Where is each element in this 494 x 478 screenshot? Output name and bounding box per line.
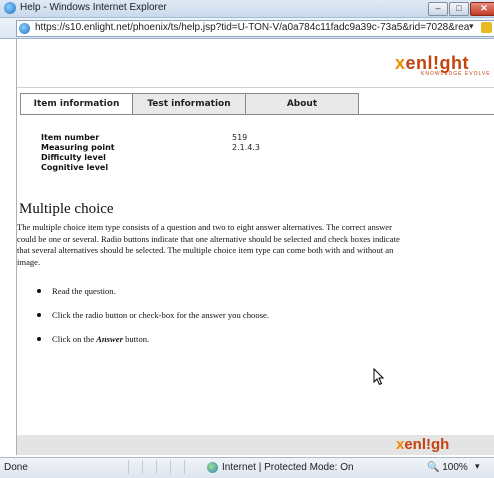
list-item: Click on the Answer button. — [37, 334, 477, 358]
list-item: Read the question. — [37, 286, 477, 310]
window-title: Help - Windows Internet Explorer — [20, 2, 167, 13]
lock-icon[interactable] — [481, 22, 492, 33]
tab-bar: Item information Test information About — [20, 93, 360, 115]
instruction-list: Read the question. Click the radio butto… — [37, 286, 477, 358]
section-heading: Multiple choice — [19, 201, 114, 217]
header-band: xenl!ght KNOWLEDGE EVOLVE — [17, 39, 494, 88]
status-divider — [184, 460, 198, 474]
tab-item-information[interactable]: Item information — [20, 93, 133, 115]
url-dropdown-icon[interactable]: ▾ — [469, 21, 474, 32]
footer-logo: xenl!gh — [396, 436, 450, 453]
logo-tagline: KNOWLEDGE EVOLVE — [421, 71, 491, 77]
tab-test-information[interactable]: Test information — [132, 93, 246, 114]
url-field[interactable]: https://s10.enlight.net/phoenix/ts/help.… — [16, 20, 494, 37]
status-divider — [142, 460, 156, 474]
zoom-level[interactable]: 🔍 100% — [427, 462, 468, 473]
status-divider — [128, 460, 142, 474]
browser-window: Help - Windows Internet Explorer – □ ✕ h… — [0, 0, 494, 478]
zoom-dropdown-icon[interactable]: ▾ — [475, 461, 480, 472]
page-icon — [19, 23, 30, 34]
url-text: https://s10.enlight.net/phoenix/ts/help.… — [35, 22, 470, 33]
footer-band: xenl!gh — [17, 435, 494, 455]
status-divider — [170, 460, 184, 474]
minimize-button[interactable]: – — [428, 2, 448, 16]
status-divider — [156, 460, 170, 474]
maximize-button[interactable]: □ — [449, 2, 469, 16]
description-paragraph: The multiple choice item type consists o… — [17, 222, 400, 267]
help-page: xenl!ght KNOWLEDGE EVOLVE Item informati… — [16, 39, 494, 455]
status-bar: Done Internet | Protected Mode: On 🔍 100… — [0, 457, 494, 478]
security-zone[interactable]: Internet | Protected Mode: On — [222, 462, 354, 473]
title-bar: Help - Windows Internet Explorer – □ ✕ — [0, 0, 494, 18]
tab-divider — [20, 114, 494, 115]
close-button[interactable]: ✕ — [470, 2, 494, 16]
list-item: Click the radio button or check-box for … — [37, 310, 477, 334]
ie-icon — [4, 2, 16, 14]
bullet-icon — [37, 289, 41, 293]
bullet-icon — [37, 313, 41, 317]
tab-about[interactable]: About — [245, 93, 359, 114]
globe-icon — [207, 462, 218, 473]
address-bar: https://s10.enlight.net/phoenix/ts/help.… — [0, 18, 494, 39]
bullet-icon — [37, 337, 41, 341]
status-text: Done — [4, 462, 28, 473]
